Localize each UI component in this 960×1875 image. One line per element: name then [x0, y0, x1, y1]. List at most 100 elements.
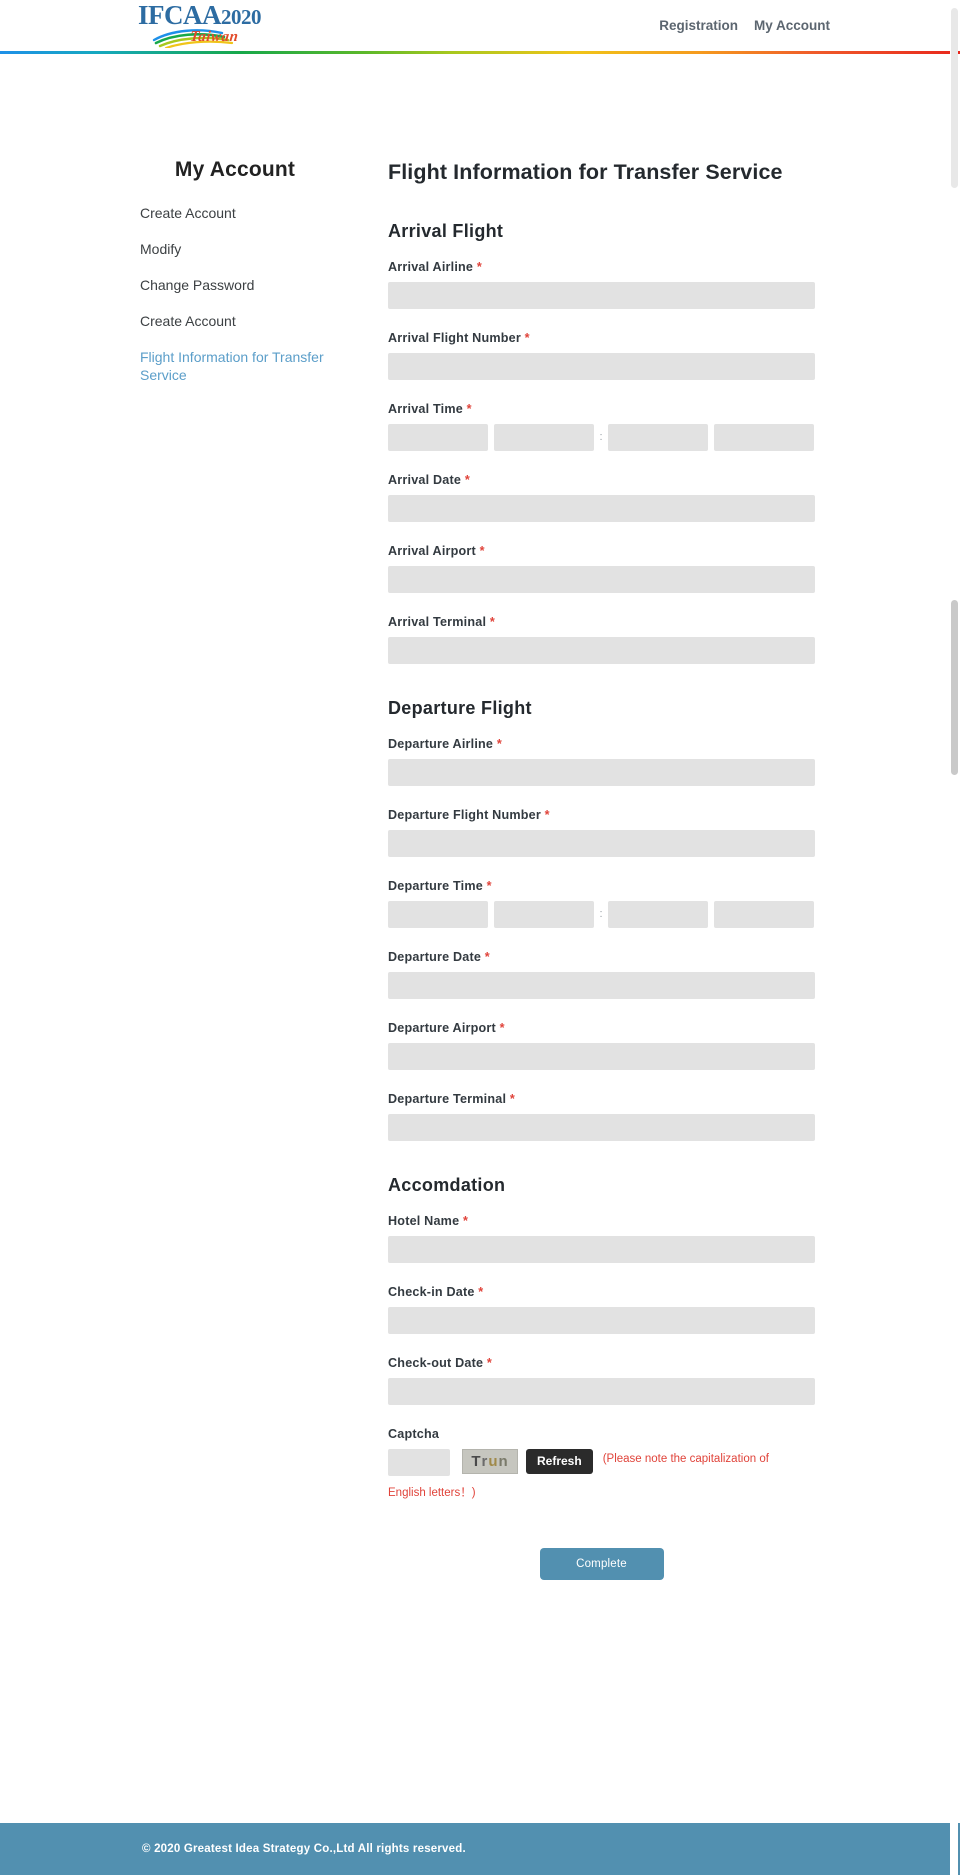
required-marker: * — [489, 614, 495, 629]
input-departure-terminal[interactable] — [388, 1113, 815, 1141]
required-marker: * — [486, 1355, 492, 1370]
captcha-char-4: n — [498, 1452, 509, 1470]
complete-button[interactable]: Complete — [539, 1547, 664, 1580]
logo-wordmark: IFCAA2020 — [138, 2, 262, 29]
refresh-captcha-button[interactable]: Refresh — [526, 1448, 593, 1474]
label-arrival-airport: Arrival Airport * — [388, 544, 828, 558]
label-departure-time: Departure Time * — [388, 879, 828, 893]
account-sidebar: My Account Create Account Modify Change … — [140, 158, 330, 402]
input-departure-hour-1[interactable] — [388, 900, 488, 928]
required-marker: * — [466, 401, 472, 416]
required-marker: * — [486, 878, 492, 893]
input-departure-airline[interactable] — [388, 758, 815, 786]
required-marker: * — [463, 1213, 469, 1228]
scrollbar-thumb-lower[interactable] — [951, 600, 958, 775]
time-separator: : — [599, 430, 603, 443]
required-marker: * — [479, 543, 485, 558]
input-arrival-date[interactable] — [388, 494, 815, 522]
scrollbar-track[interactable] — [950, 0, 958, 1875]
required-marker: * — [464, 472, 470, 487]
field-arrival-date: Arrival Date * — [388, 473, 828, 522]
section-title-arrival-flight: Arrival Flight — [388, 220, 504, 241]
input-arrival-hour-1[interactable] — [388, 423, 488, 451]
site-header: IFCAA2020 Taiwan Registration My Account — [0, 0, 960, 54]
required-marker: * — [496, 736, 502, 751]
field-arrival-time: Arrival Time * : — [388, 402, 828, 451]
input-arrival-minute-2[interactable] — [714, 423, 814, 451]
sidebar-item-modify[interactable]: Modify — [140, 240, 330, 259]
input-arrival-hour-2[interactable] — [494, 423, 594, 451]
input-arrival-terminal[interactable] — [388, 636, 815, 664]
required-marker: * — [476, 259, 482, 274]
field-arrival-airport: Arrival Airport * — [388, 544, 828, 593]
field-check-in-date: Check-in Date * — [388, 1285, 828, 1334]
field-check-out-date: Check-out Date * — [388, 1356, 828, 1405]
field-arrival-airline: Arrival Airline * — [388, 260, 828, 309]
label-text: Departure Airline — [388, 736, 494, 751]
sidebar-item-create-account-2[interactable]: Create Account — [140, 312, 330, 331]
label-departure-terminal: Departure Terminal * — [388, 1092, 828, 1106]
input-arrival-airline[interactable] — [388, 281, 815, 309]
label-text: Departure Date — [388, 949, 482, 964]
label-text: Arrival Airline — [388, 259, 474, 274]
field-departure-time: Departure Time * : — [388, 879, 828, 928]
time-separator: : — [599, 907, 603, 920]
label-text: Departure Terminal — [388, 1091, 507, 1106]
field-departure-flight-number: Departure Flight Number * — [388, 808, 828, 857]
label-check-in-date: Check-in Date * — [388, 1285, 828, 1299]
scrollbar-thumb-upper[interactable] — [951, 8, 958, 188]
main-nav: Registration My Account — [659, 18, 830, 33]
input-departure-minute-1[interactable] — [608, 900, 708, 928]
label-hotel-name: Hotel Name * — [388, 1214, 828, 1228]
label-captcha: Captcha — [388, 1426, 440, 1441]
label-text: Arrival Time — [388, 401, 463, 416]
label-text: Departure Time — [388, 878, 483, 893]
required-marker: * — [484, 949, 490, 964]
site-logo[interactable]: IFCAA2020 Taiwan — [138, 0, 268, 52]
label-text: Arrival Airport — [388, 543, 476, 558]
nav-registration[interactable]: Registration — [659, 18, 738, 33]
label-text: Arrival Date — [388, 472, 462, 487]
input-arrival-flight-number[interactable] — [388, 352, 815, 380]
field-departure-airline: Departure Airline * — [388, 737, 828, 786]
sidebar-item-change-password[interactable]: Change Password — [140, 276, 330, 295]
input-departure-flight-number[interactable] — [388, 829, 815, 857]
input-check-out-date[interactable] — [388, 1377, 815, 1405]
input-departure-airport[interactable] — [388, 1042, 815, 1070]
label-text: Check-in Date — [388, 1284, 475, 1299]
sidebar-item-flight-information[interactable]: Flight Information for Transfer Service — [140, 348, 330, 386]
input-departure-minute-2[interactable] — [714, 900, 814, 928]
captcha-char-3: u — [488, 1452, 499, 1470]
input-check-in-date[interactable] — [388, 1306, 815, 1334]
label-arrival-date: Arrival Date * — [388, 473, 828, 487]
label-arrival-terminal: Arrival Terminal * — [388, 615, 828, 629]
captcha-char-2: r — [481, 1452, 489, 1470]
footer-copyright: © 2020 Greatest Idea Strategy Co.,Ltd Al… — [142, 1843, 466, 1855]
captcha-row: Trun Refresh (Please note the capitaliza… — [388, 1448, 828, 1476]
sidebar-item-create-account[interactable]: Create Account — [140, 204, 330, 223]
input-hotel-name[interactable] — [388, 1235, 815, 1263]
arrival-time-row: : — [388, 423, 828, 451]
required-marker: * — [509, 1091, 515, 1106]
departure-time-row: : — [388, 900, 828, 928]
field-departure-date: Departure Date * — [388, 950, 828, 999]
label-text: Departure Airport — [388, 1020, 496, 1035]
field-hotel-name: Hotel Name * — [388, 1214, 828, 1263]
section-title-accomdation: Accomdation — [388, 1174, 506, 1195]
input-arrival-minute-1[interactable] — [608, 423, 708, 451]
label-arrival-flight-number: Arrival Flight Number * — [388, 331, 828, 345]
label-text: Departure Flight Number — [388, 807, 541, 822]
input-arrival-airport[interactable] — [388, 565, 815, 593]
input-captcha[interactable] — [388, 1448, 450, 1476]
required-marker: * — [524, 330, 530, 345]
required-marker: * — [478, 1284, 484, 1299]
section-title-departure-flight: Departure Flight — [388, 697, 532, 718]
required-marker: * — [499, 1020, 505, 1035]
input-departure-date[interactable] — [388, 971, 815, 999]
required-marker: * — [544, 807, 550, 822]
label-departure-airline: Departure Airline * — [388, 737, 828, 751]
nav-my-account[interactable]: My Account — [754, 18, 830, 33]
label-departure-airport: Departure Airport * — [388, 1021, 828, 1035]
captcha-note-line1: (Please note the capitalization of — [602, 1452, 769, 1465]
input-departure-hour-2[interactable] — [494, 900, 594, 928]
